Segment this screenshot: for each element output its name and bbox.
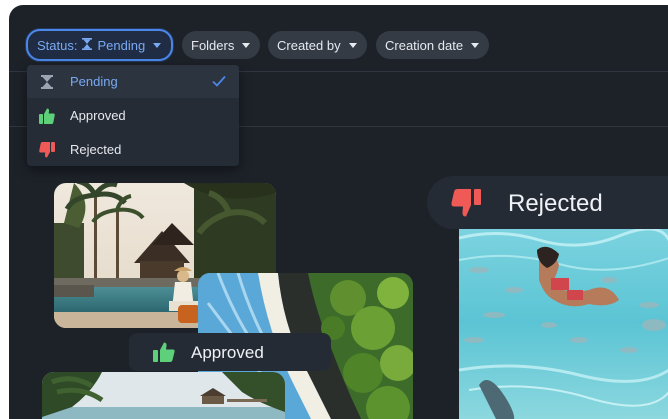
status-option-pending[interactable]: Pending [27, 65, 239, 98]
folders-filter-chip[interactable]: Folders [182, 31, 261, 59]
created-by-filter-label: Created by [277, 37, 341, 53]
thumbs-up-icon [153, 342, 175, 362]
status-option-label: Pending [70, 74, 118, 89]
approved-label: Approved [191, 343, 264, 362]
thumbs-up-icon [39, 108, 55, 124]
folders-filter-label: Folders [191, 37, 235, 53]
status-option-label: Rejected [70, 142, 122, 157]
hourglass-icon [82, 37, 93, 53]
underwater-photo[interactable] [459, 220, 668, 419]
status-filter-value: Pending [97, 37, 146, 53]
app-panel: Status: Pending Folders Created by Creat… [9, 5, 668, 419]
approved-status-badge: Approved [129, 333, 331, 371]
chevron-down-icon [242, 42, 251, 48]
status-option-approved[interactable]: Approved [27, 99, 239, 132]
creation-date-filter-chip[interactable]: Creation date [376, 31, 490, 59]
hourglass-icon [39, 74, 55, 90]
status-dropdown-menu: Pending Approved Rejected [27, 65, 239, 166]
status-option-label: Approved [70, 108, 126, 123]
thumbs-down-icon [39, 142, 55, 158]
thumbs-down-icon [451, 189, 481, 217]
created-by-filter-chip[interactable]: Created by [268, 31, 367, 59]
rejected-status-badge: Rejected [427, 176, 668, 229]
beach-photo[interactable] [42, 372, 285, 419]
chevron-down-icon [153, 42, 162, 48]
status-filter-prefix: Status: [37, 37, 78, 53]
checkmark-icon [211, 73, 227, 89]
chevron-down-icon [471, 42, 480, 48]
chevron-down-icon [348, 42, 357, 48]
status-filter-chip[interactable]: Status: Pending [26, 29, 174, 61]
rejected-label: Rejected [508, 190, 603, 217]
filter-bar: Status: Pending Folders Created by Creat… [9, 5, 668, 71]
status-option-rejected[interactable]: Rejected [27, 133, 239, 166]
creation-date-filter-label: Creation date [385, 37, 464, 53]
